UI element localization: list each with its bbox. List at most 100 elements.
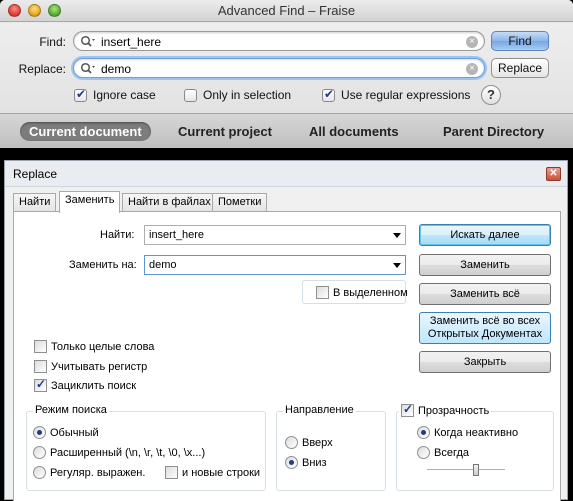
replace-button[interactable]: Replace xyxy=(491,58,549,78)
search-mode-group: Режим поиска Обычный Расширенный (\n, \r… xyxy=(26,404,266,491)
whole-word-label: Только целые слова xyxy=(51,340,155,353)
checkbox-unchecked[interactable] xyxy=(316,286,329,299)
extended-mode-label: Расширенный (\n, \r, \t, \0, \x...) xyxy=(50,446,206,459)
checkbox-checked[interactable] xyxy=(34,377,47,392)
wrap-around-checkbox[interactable]: Зациклить поиск xyxy=(34,377,136,392)
ignore-case-label: Ignore case xyxy=(93,88,156,102)
dot-matches-newline-checkbox[interactable]: и новые строки xyxy=(165,466,260,479)
find-button[interactable]: Find xyxy=(491,31,549,51)
direction-down-radio[interactable]: Вниз xyxy=(285,456,327,469)
find-field[interactable]: insert_here × xyxy=(73,31,485,51)
close-button[interactable]: Закрыть xyxy=(419,351,551,373)
radio-unselected[interactable] xyxy=(33,446,46,459)
direction-up-radio[interactable]: Вверх xyxy=(285,436,333,449)
dialog-title: Replace xyxy=(13,167,58,181)
window-title: Advanced Find – Fraise xyxy=(217,3,356,18)
scope-current-document[interactable]: Current document xyxy=(20,122,151,141)
checkbox-checked[interactable] xyxy=(322,87,335,102)
find-what-value: insert_here xyxy=(149,229,205,241)
search-icon xyxy=(80,62,95,74)
find-what-combo[interactable]: insert_here xyxy=(144,225,406,245)
checkbox-unchecked[interactable] xyxy=(184,88,197,102)
checkbox-unchecked[interactable] xyxy=(165,466,178,479)
radio-selected[interactable] xyxy=(285,456,298,469)
dot-newline-label: и новые строки xyxy=(182,466,261,479)
whole-word-checkbox[interactable]: Только целые слова xyxy=(34,340,154,353)
transparency-slider-track[interactable] xyxy=(427,469,505,471)
replace-all-open-line2: Открытых Документах xyxy=(427,328,543,340)
regex-label: Use regular expressions xyxy=(341,88,471,102)
replace-field[interactable]: demo × xyxy=(73,58,485,78)
replace-all-open-docs-button[interactable]: Заменить всё во всех Открытых Документах xyxy=(419,312,551,344)
in-selection-checkbox[interactable]: В выделенном xyxy=(316,286,408,299)
checkbox-checked[interactable] xyxy=(401,402,414,417)
replace-field-value: demo xyxy=(101,62,132,76)
match-case-label: Учитывать регистр xyxy=(51,360,148,373)
radio-unselected[interactable] xyxy=(285,436,298,449)
find-what-label: Найти: xyxy=(100,229,135,241)
checkbox-unchecked[interactable] xyxy=(34,340,47,353)
find-label: Find: xyxy=(39,35,66,49)
scope-bar: Current document Current project All doc… xyxy=(0,113,573,148)
scope-parent-directory[interactable]: Parent Directory xyxy=(443,122,544,141)
scope-all-documents[interactable]: All documents xyxy=(309,122,399,141)
scope-current-project[interactable]: Current project xyxy=(178,122,272,141)
dropdown-arrow-icon[interactable] xyxy=(393,233,401,238)
replace-with-combo[interactable]: demo xyxy=(144,255,406,275)
search-icon xyxy=(80,35,95,47)
regex-checkbox[interactable]: Use regular expressions xyxy=(322,87,471,102)
replace-tab-panel: Найти: insert_here Заменить на: demo В в… xyxy=(13,211,561,501)
transparency-checkbox[interactable]: Прозрачность xyxy=(399,402,492,417)
replace-once-button[interactable]: Заменить xyxy=(419,254,551,276)
replace-with-value: demo xyxy=(149,259,177,271)
search-mode-normal-radio[interactable]: Обычный xyxy=(33,426,99,439)
match-case-checkbox[interactable]: Учитывать регистр xyxy=(34,360,147,373)
transparency-group: Прозрачность Когда неактивно Всегда xyxy=(396,402,554,491)
normal-mode-label: Обычный xyxy=(50,426,99,439)
transparency-label: Прозрачность xyxy=(418,404,490,417)
only-in-selection-checkbox[interactable]: Only in selection xyxy=(184,88,291,102)
replace-dialog: Replace ✕ Найти Заменить Найти в файлах … xyxy=(4,160,568,501)
dropdown-arrow-icon[interactable] xyxy=(393,263,401,268)
separator xyxy=(0,148,573,160)
tab-replace[interactable]: Заменить xyxy=(59,191,121,213)
tab-find-in-files[interactable]: Найти в файлах xyxy=(122,193,217,212)
help-button[interactable]: ? xyxy=(481,85,501,105)
transparency-always-radio[interactable]: Всегда xyxy=(417,446,469,459)
checkbox-checked[interactable] xyxy=(74,87,87,102)
clear-find-icon[interactable]: × xyxy=(466,36,478,48)
radio-selected[interactable] xyxy=(417,426,430,439)
transparency-on-lose-focus-radio[interactable]: Когда неактивно xyxy=(417,426,518,439)
search-mode-regex-radio[interactable]: Регуляр. выражен. xyxy=(33,466,145,479)
tab-find[interactable]: Найти xyxy=(13,193,57,212)
direction-title: Направление xyxy=(283,404,356,416)
ignore-case-checkbox[interactable]: Ignore case xyxy=(74,87,156,102)
clear-replace-icon[interactable]: × xyxy=(466,63,478,75)
find-next-button[interactable]: Искать далее xyxy=(419,224,551,246)
tab-mark[interactable]: Пометки xyxy=(212,193,268,212)
radio-unselected[interactable] xyxy=(417,446,430,459)
replace-with-label: Заменить на: xyxy=(69,259,137,271)
mac-find-panel: Find: insert_here × Find Replace: demo ×… xyxy=(0,23,573,113)
search-mode-title: Режим поиска xyxy=(33,404,109,416)
replace-all-open-line1: Заменить всё во всех xyxy=(429,315,541,327)
direction-down-label: Вниз xyxy=(302,456,327,469)
replace-all-button[interactable]: Заменить всё xyxy=(419,283,551,305)
direction-up-label: Вверх xyxy=(302,436,333,449)
only-in-selection-label: Only in selection xyxy=(203,88,292,102)
mac-titlebar: Advanced Find – Fraise xyxy=(0,0,573,22)
advanced-find-window: Advanced Find – Fraise Find: insert_here… xyxy=(0,0,573,148)
in-selection-label: В выделенном xyxy=(333,286,408,299)
search-mode-extended-radio[interactable]: Расширенный (\n, \r, \t, \0, \x...) xyxy=(33,446,205,459)
radio-selected[interactable] xyxy=(33,426,46,439)
radio-unselected[interactable] xyxy=(33,466,46,479)
on-lose-focus-label: Когда неактивно xyxy=(434,426,519,439)
checkbox-unchecked[interactable] xyxy=(34,360,47,373)
replace-label: Replace: xyxy=(18,62,66,76)
always-label: Всегда xyxy=(434,446,470,459)
direction-group: Направление Вверх Вниз xyxy=(276,404,386,491)
transparency-slider-thumb[interactable] xyxy=(473,464,479,476)
find-field-value: insert_here xyxy=(101,35,162,49)
close-dialog-button[interactable]: ✕ xyxy=(546,167,561,181)
dialog-titlebar: Replace ✕ xyxy=(5,161,567,187)
